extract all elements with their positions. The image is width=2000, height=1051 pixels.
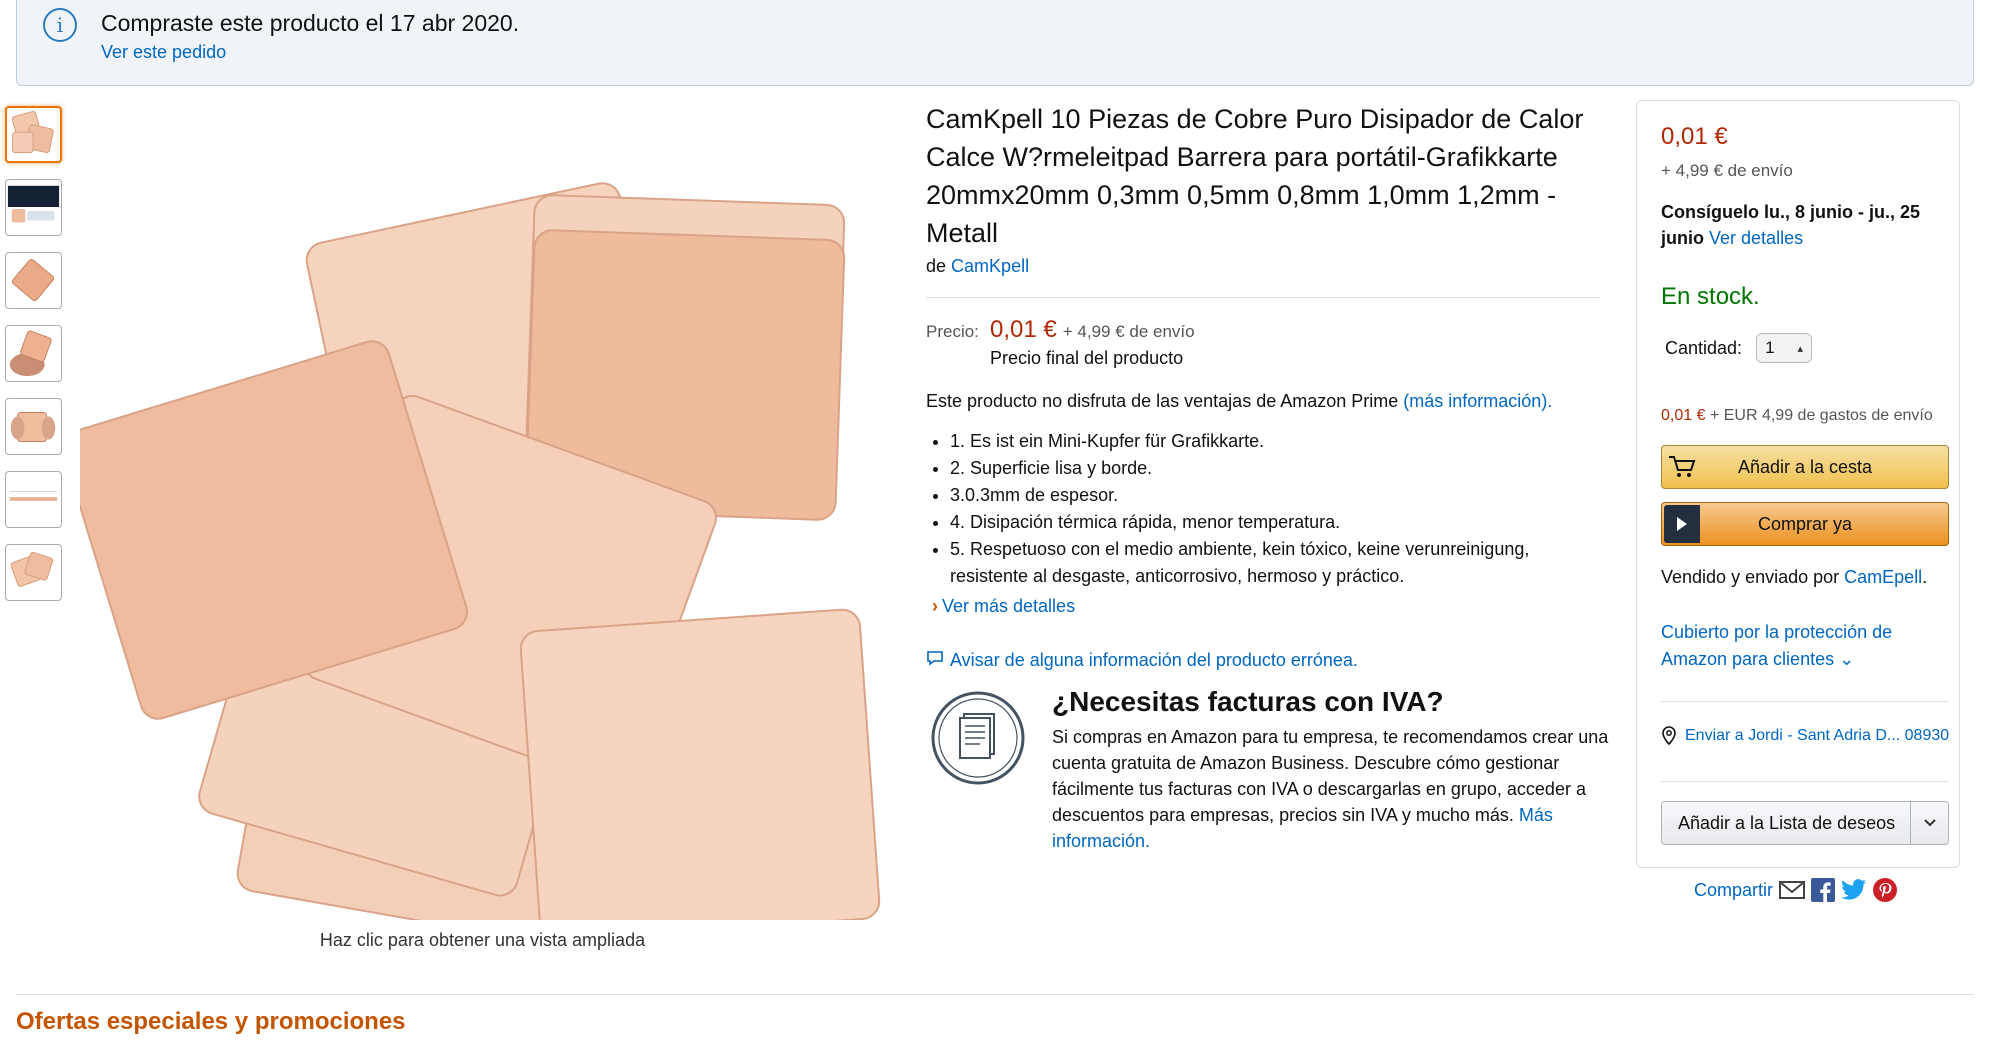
stock-status: En stock.	[1661, 283, 1760, 310]
buybox-shipping: + 4,99 € de envío	[1661, 161, 1793, 180]
divider	[1661, 781, 1949, 782]
report-link[interactable]: Avisar de alguna información del product…	[950, 650, 1358, 671]
price-label: Precio:	[926, 322, 979, 341]
thumbnail-1[interactable]	[5, 106, 62, 163]
price-value: 0,01 €	[990, 316, 1057, 343]
price-with-shipping-value: 0,01 €	[1661, 407, 1706, 424]
iva-promo: ¿Necesitas facturas con IVA? Si compras …	[926, 686, 1608, 866]
thumbnail-5[interactable]	[5, 398, 62, 455]
thumbnail-3[interactable]	[5, 252, 62, 309]
quantity-row: Cantidad: 1 ▴	[1665, 333, 1813, 363]
delivery-details-link[interactable]: Ver detalles	[1709, 228, 1803, 248]
divider	[926, 297, 1600, 298]
chevron-down-icon[interactable]	[1910, 802, 1948, 844]
wishlist-label: Añadir a la Lista de deseos	[1678, 812, 1896, 833]
cart-icon	[1662, 446, 1702, 488]
brand-link[interactable]: CamKpell	[951, 256, 1029, 276]
buybox-price: 0,01 €	[1661, 123, 1728, 150]
seller-link[interactable]: CamEpell	[1844, 567, 1922, 587]
info-icon: i	[43, 8, 77, 42]
purchase-banner: i Compraste este producto el 17 abr 2020…	[16, 0, 1974, 86]
sold-by: Vendido y enviado por CamEpell.	[1661, 567, 1928, 587]
product-main-image[interactable]	[62, 100, 900, 946]
facebook-icon[interactable]	[1811, 878, 1836, 902]
add-to-cart-label: Añadir a la cesta	[1737, 456, 1873, 477]
thumbnail-6[interactable]	[5, 471, 62, 528]
add-to-wishlist-button[interactable]: Añadir a la Lista de deseos	[1661, 801, 1949, 845]
updown-arrow-icon: ▴	[1797, 342, 1804, 355]
thumbnail-2[interactable]	[5, 179, 62, 236]
list-item: 5. Respetuoso con el medio ambiente, kei…	[950, 536, 1600, 590]
delivery-estimate: Consíguelo lu., 8 junio - ju., 25 junio …	[1661, 199, 1951, 251]
product-title: CamKpell 10 Piezas de Cobre Puro Disipad…	[926, 104, 1584, 248]
document-icon	[931, 691, 1025, 785]
protection-info[interactable]: Cubierto por la protección de Amazon par…	[1661, 619, 1941, 673]
pinterest-icon[interactable]	[1873, 878, 1898, 902]
twitter-icon[interactable]	[1841, 879, 1867, 901]
buy-now-button[interactable]: Comprar ya	[1661, 502, 1949, 546]
price-with-shipping-suffix: + EUR 4,99 de gastos de envío	[1709, 407, 1933, 424]
sold-by-prefix: Vendido y enviado por	[1661, 567, 1840, 587]
view-order-link[interactable]: Ver este pedido	[101, 42, 226, 63]
list-item: 1. Es ist ein Mini-Kupfer für Grafikkart…	[950, 428, 1600, 455]
quantity-select[interactable]: 1 ▴	[1756, 333, 1813, 363]
product-details: CamKpell 10 Piezas de Cobre Puro Disipad…	[926, 100, 1608, 866]
thumbnail-7[interactable]	[5, 544, 62, 601]
byline: de CamKpell	[926, 256, 1600, 277]
play-icon	[1664, 505, 1700, 543]
prime-note-text: Este producto no disfruta de las ventaja…	[926, 391, 1399, 411]
shipping-cost: + 4,99 € de envío	[1062, 322, 1195, 341]
thumbnail-strip	[5, 106, 62, 617]
thumbnail-4[interactable]	[5, 325, 62, 382]
price-row: Precio: 0,01 € + 4,99 € de envío	[926, 316, 1600, 344]
iva-text: Si compras en Amazon para tu empresa, te…	[1052, 724, 1612, 854]
divider	[1661, 701, 1949, 702]
delivery-address[interactable]: Enviar a Jordi - Sant Adria D... 08930	[1661, 723, 1951, 754]
location-pin-icon	[1661, 726, 1677, 754]
buy-now-label: Comprar ya	[1757, 513, 1853, 534]
buy-box: 0,01 € + 4,99 € de envío Consíguelo lu.,…	[1636, 100, 1960, 868]
protection-link[interactable]: Cubierto por la protección de Amazon par…	[1661, 622, 1892, 669]
byline-prefix: de	[926, 256, 947, 276]
list-item: 4. Disipación térmica rápida, menor temp…	[950, 509, 1600, 536]
report-info[interactable]: Avisar de alguna información del product…	[926, 649, 1600, 672]
chevron-down-icon: ⌄	[1839, 649, 1855, 669]
prime-more-info-link[interactable]: (más información).	[1403, 391, 1552, 411]
quantity-label: Cantidad:	[1665, 337, 1743, 358]
more-details-link[interactable]: Ver más detalles	[942, 596, 1075, 616]
divider	[16, 994, 1974, 995]
quantity-value: 1	[1765, 338, 1775, 357]
share-row: Compartir	[1694, 878, 1898, 902]
banner-title: Compraste este producto el 17 abr 2020.	[101, 10, 520, 36]
add-to-cart-button[interactable]: Añadir a la cesta	[1661, 445, 1949, 489]
feature-bullets: 1. Es ist ein Mini-Kupfer für Grafikkart…	[926, 428, 1600, 590]
offers-heading: Ofertas especiales y promociones	[16, 1008, 406, 1035]
speech-bubble-icon	[926, 649, 944, 672]
list-item: 2. Superficie lisa y borde.	[950, 455, 1600, 482]
prime-note: Este producto no disfruta de las ventaja…	[926, 391, 1600, 412]
chevron-right-icon: ›	[932, 596, 938, 616]
address-link[interactable]: Enviar a Jordi - Sant Adria D... 08930	[1685, 723, 1949, 754]
final-price-note: Precio final del producto	[990, 348, 1184, 368]
more-details[interactable]: › Ver más detalles	[932, 596, 1600, 617]
price-with-shipping: 0,01 € + EUR 4,99 de gastos de envío	[1661, 407, 1933, 425]
share-link[interactable]: Compartir	[1694, 880, 1773, 901]
image-zoom-caption: Haz clic para obtener una vista ampliada	[319, 930, 646, 950]
iva-title: ¿Necesitas facturas con IVA?	[1052, 686, 1444, 717]
email-icon[interactable]	[1779, 880, 1806, 900]
list-item: 3.0.3mm de espesor.	[950, 482, 1600, 509]
